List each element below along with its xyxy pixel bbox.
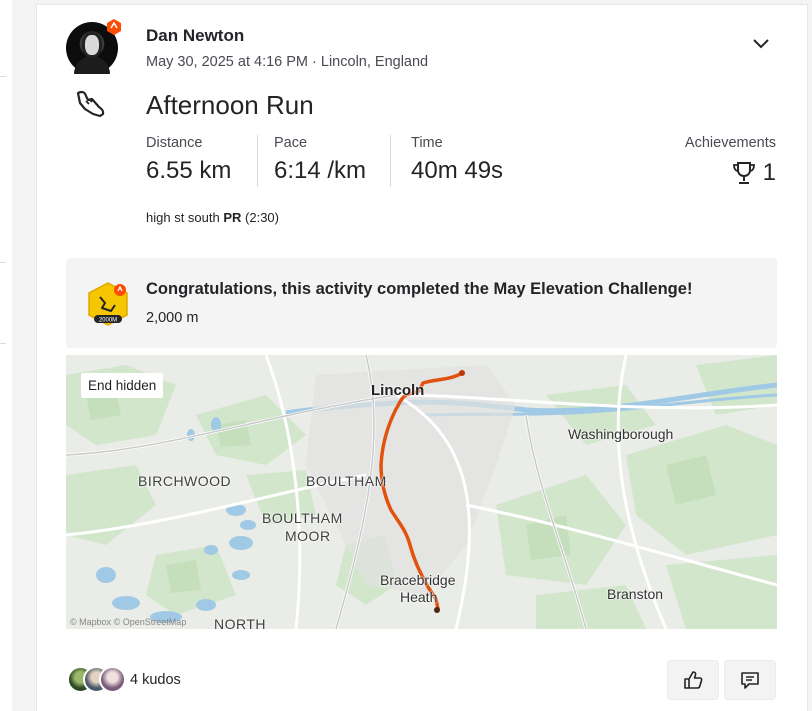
comment-icon: [741, 672, 759, 689]
athlete-name[interactable]: Dan Newton: [146, 26, 244, 46]
route-map[interactable]: End hidden Lincoln Washingborough BIRCHW…: [66, 355, 777, 629]
chevron-down-icon[interactable]: [751, 35, 771, 51]
map-label-bracebridge: Bracebridge: [380, 572, 456, 588]
give-kudos-button[interactable]: [667, 660, 719, 700]
activity-meta: May 30, 2025 at 4:16 PM · Lincoln, Engla…: [146, 54, 429, 70]
stat-pace: Pace 6:14 /km: [274, 135, 366, 185]
route-start-marker: [459, 370, 465, 376]
challenge-sub: 2,000 m: [146, 310, 199, 326]
shoe-icon: [76, 90, 105, 118]
map-label-washingborough: Washingborough: [568, 426, 674, 442]
stat-divider: [390, 135, 391, 187]
map-label-birchwood: BIRCHWOOD: [138, 473, 232, 489]
pr-time: (2:30): [245, 210, 279, 225]
end-hidden-badge: End hidden: [81, 373, 164, 398]
achievements-count[interactable]: 1: [731, 159, 776, 187]
left-panel-edge: [0, 0, 12, 711]
map-label-lincoln: Lincoln: [371, 382, 425, 399]
segment-pr[interactable]: high st south PR (2:30): [146, 210, 279, 225]
avatar: [99, 666, 126, 693]
stat-value: 6.55 km: [146, 157, 232, 184]
stat-divider: [257, 135, 258, 187]
stat-value: 40m 49s: [411, 157, 504, 184]
stat-label: Pace: [274, 135, 308, 151]
challenge-badge-text: 2000M: [99, 318, 117, 324]
pr-label: PR: [223, 210, 242, 225]
map-attribution[interactable]: © Mapbox © OpenStreetMap: [70, 617, 186, 627]
trophy-icon: [732, 162, 755, 184]
achievements-number: 1: [762, 159, 776, 186]
kudos-count[interactable]: 4 kudos: [130, 672, 181, 688]
thumbs-up-icon: [684, 671, 703, 689]
stat-label: Time: [411, 135, 443, 151]
challenge-badge-icon: 2000M: [88, 282, 128, 326]
map-label-heath: Heath: [400, 589, 438, 605]
map-label-north: NORTH: [214, 616, 267, 629]
challenge-text: Congratulations, this activity completed…: [146, 280, 693, 298]
achievements-label: Achievements: [684, 135, 776, 151]
stat-value: 6:14 /km: [274, 157, 367, 184]
route-end-marker: [434, 607, 440, 613]
segment-name: high st south: [146, 210, 220, 225]
stat-label: Distance: [146, 135, 203, 151]
stat-time: Time 40m 49s: [411, 135, 503, 185]
map-label-moor: MOOR: [285, 528, 331, 544]
map-label-branston: Branston: [607, 586, 664, 602]
comment-button[interactable]: [724, 660, 776, 700]
subscriber-badge-icon: [107, 19, 121, 35]
map-label-boultham-moor: BOULTHAM: [262, 510, 343, 526]
activity-title[interactable]: Afternoon Run: [146, 90, 314, 121]
map-label-boultham: BOULTHAM: [306, 473, 387, 489]
kudos-avatars[interactable]: [67, 666, 127, 694]
challenge-banner[interactable]: 2000M Congratulations, this activity com…: [66, 258, 777, 348]
activity-card: Dan Newton May 30, 2025 at 4:16 PM · Lin…: [36, 4, 808, 711]
stat-distance: Distance 6.55 km: [146, 135, 231, 185]
